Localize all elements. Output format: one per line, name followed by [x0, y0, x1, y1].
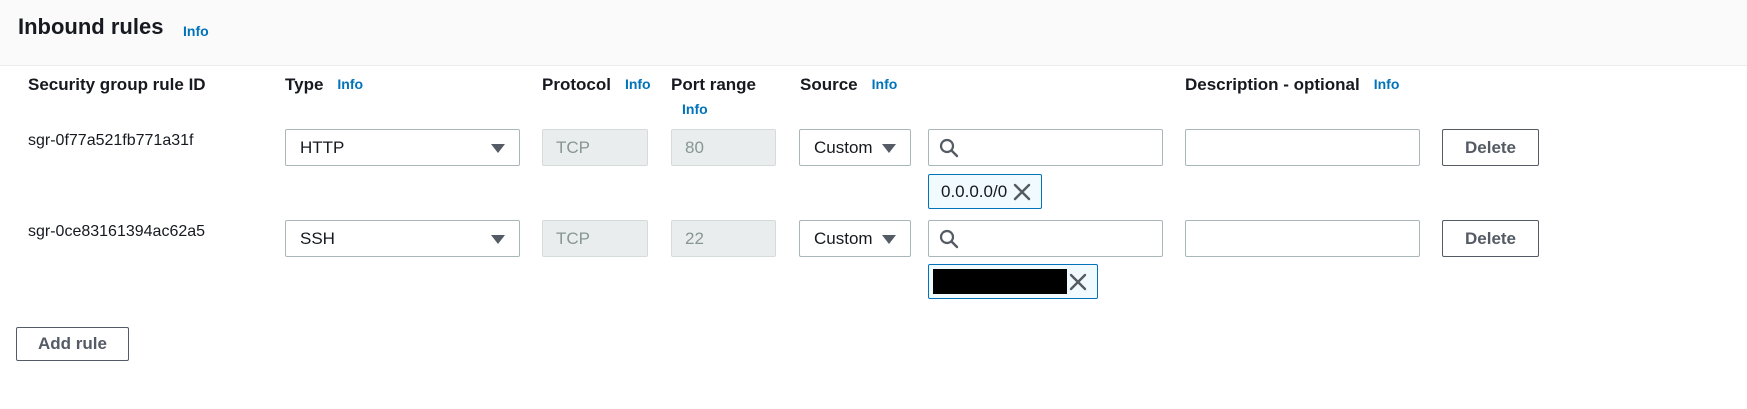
- source-select[interactable]: Custom: [799, 220, 911, 257]
- column-header-rule-id: Security group rule ID: [28, 75, 206, 95]
- source-search-input[interactable]: [967, 130, 1156, 165]
- cidr-token: [928, 264, 1098, 299]
- type-select[interactable]: HTTP: [285, 129, 520, 166]
- source-search-input[interactable]: [967, 221, 1156, 256]
- column-header-source: Source Info: [800, 75, 897, 95]
- source-info-link[interactable]: Info: [872, 76, 898, 92]
- column-label-type: Type: [285, 75, 324, 94]
- type-select[interactable]: SSH: [285, 220, 520, 257]
- caret-down-icon: [882, 235, 896, 244]
- column-header-protocol: Protocol Info: [542, 75, 651, 95]
- source-search-box[interactable]: [928, 129, 1163, 166]
- caret-down-icon: [491, 235, 505, 244]
- description-info-link[interactable]: Info: [1374, 76, 1400, 92]
- column-header-description: Description - optional Info: [1185, 75, 1399, 95]
- protocol-info-link[interactable]: Info: [625, 76, 651, 92]
- type-select-value: SSH: [300, 229, 335, 248]
- inbound-rules-panel: Inbound rules Info Security group rule I…: [0, 0, 1747, 409]
- caret-down-icon: [491, 144, 505, 153]
- column-label-port-range: Port range: [671, 75, 757, 94]
- type-select-value: HTTP: [300, 138, 345, 157]
- description-input[interactable]: [1185, 220, 1420, 257]
- search-icon: [939, 138, 959, 158]
- caret-down-icon: [882, 144, 896, 153]
- column-header-port-range: Port range: [671, 75, 756, 95]
- cidr-token-label: 0.0.0.0/0: [941, 182, 1008, 201]
- source-select[interactable]: Custom: [799, 129, 911, 166]
- column-label-source: Source: [800, 75, 858, 94]
- cidr-token: 0.0.0.0/0: [928, 174, 1042, 209]
- port-range-info-link[interactable]: Info: [682, 101, 708, 117]
- search-icon: [939, 229, 959, 249]
- delete-button[interactable]: Delete: [1442, 129, 1539, 166]
- close-icon[interactable]: [1069, 273, 1087, 291]
- port-range-field: 22: [671, 220, 776, 257]
- type-info-link[interactable]: Info: [337, 76, 363, 92]
- header-info-link[interactable]: Info: [183, 23, 209, 39]
- source-search-box[interactable]: [928, 220, 1163, 257]
- close-icon[interactable]: [1013, 183, 1031, 201]
- protocol-field: TCP: [542, 129, 648, 166]
- redacted-cidr: [933, 269, 1067, 294]
- panel-header: Inbound rules Info: [0, 0, 1747, 66]
- port-range-field: 80: [671, 129, 776, 166]
- column-header-type: Type Info: [285, 75, 363, 95]
- panel-title: Inbound rules: [18, 14, 164, 39]
- protocol-field: TCP: [542, 220, 648, 257]
- delete-button[interactable]: Delete: [1442, 220, 1539, 257]
- column-label-rule-id: Security group rule ID: [28, 75, 206, 94]
- column-label-description: Description - optional: [1185, 75, 1360, 94]
- source-select-value: Custom: [814, 229, 873, 248]
- description-input[interactable]: [1185, 129, 1420, 166]
- source-select-value: Custom: [814, 138, 873, 157]
- rule-id: sgr-0ce83161394ac62a5: [28, 223, 206, 240]
- column-label-protocol: Protocol: [542, 75, 611, 94]
- add-rule-button[interactable]: Add rule: [16, 327, 129, 361]
- rule-id: sgr-0f77a521fb771a31f: [28, 132, 194, 149]
